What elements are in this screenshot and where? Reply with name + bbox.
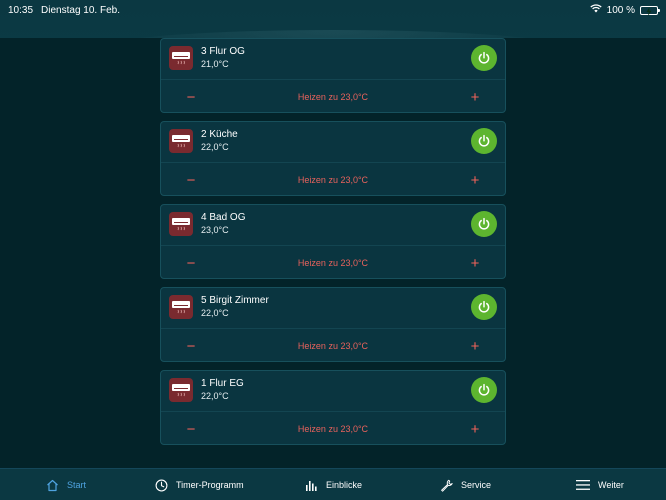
setpoint-label: Heizen zu 23,0°C [297, 175, 369, 185]
tab-label: Einblicke [326, 480, 363, 490]
device-card: 5 Birgit Zimmer 22,0°C − Heizen zu 23,0°… [160, 287, 506, 362]
tab-label: Service [461, 480, 492, 490]
tab-timer-programm[interactable]: Timer-Programm [155, 469, 244, 500]
status-time: 10:35 [8, 4, 34, 16]
increase-temperature-button[interactable]: + [464, 335, 486, 357]
device-card: 1 Flur EG 22,0°C − Heizen zu 23,0°C + [160, 370, 506, 445]
tab-einblicke[interactable]: Einblicke [305, 469, 362, 500]
device-temperature: 23,0°C [201, 225, 229, 235]
clock-icon [155, 479, 168, 491]
setpoint-row: − Heizen zu 23,0°C + [161, 412, 505, 446]
tab-bar: Start Timer-Programm Einblicke Service W… [0, 468, 666, 500]
device-card-header: 5 Birgit Zimmer 22,0°C [161, 288, 505, 329]
menu-icon [576, 480, 590, 490]
power-icon [478, 217, 490, 230]
device-card: 3 Flur OG 21,0°C − Heizen zu 23,0°C + [160, 38, 506, 113]
device-name: 5 Birgit Zimmer [201, 295, 269, 306]
power-icon [478, 134, 490, 147]
device-temperature: 21,0°C [201, 59, 229, 69]
device-name: 1 Flur EG [201, 378, 244, 389]
status-date: Dienstag 10. Feb. [41, 4, 120, 16]
radiator-icon [169, 46, 193, 70]
setpoint-row: − Heizen zu 23,0°C + [161, 80, 505, 114]
setpoint-row: − Heizen zu 23,0°C + [161, 246, 505, 280]
setpoint-row: − Heizen zu 23,0°C + [161, 329, 505, 363]
device-name: 2 Küche [201, 129, 238, 140]
device-card-header: 1 Flur EG 22,0°C [161, 371, 505, 412]
device-content: 3 Flur OG 21,0°C − Heizen zu 23,0°C + 2 … [0, 38, 666, 468]
tab-start[interactable]: Start [46, 469, 86, 500]
home-icon [47, 479, 58, 491]
radiator-icon [169, 378, 193, 402]
radiator-icon [169, 295, 193, 319]
device-card: 4 Bad OG 23,0°C − Heizen zu 23,0°C + [160, 204, 506, 279]
device-name: 4 Bad OG [201, 212, 246, 223]
radiator-icon [169, 129, 193, 153]
setpoint-label: Heizen zu 23,0°C [297, 92, 369, 102]
status-bar: 10:35 Dienstag 10. Feb. 100 % [0, 0, 666, 20]
device-name: 3 Flur OG [201, 46, 245, 57]
setpoint-label: Heizen zu 23,0°C [297, 424, 369, 434]
power-button[interactable] [471, 45, 497, 71]
device-card-header: 2 Küche 22,0°C [161, 122, 505, 163]
tab-service[interactable]: Service [440, 469, 491, 500]
wifi-icon [589, 4, 602, 16]
increase-temperature-button[interactable]: + [464, 86, 486, 108]
setpoint-label: Heizen zu 23,0°C [297, 341, 369, 351]
increase-temperature-button[interactable]: + [464, 418, 486, 440]
setpoint-row: − Heizen zu 23,0°C + [161, 163, 505, 197]
tab-label: Weiter [598, 480, 624, 490]
device-card-header: 3 Flur OG 21,0°C [161, 39, 505, 80]
device-card-header: 4 Bad OG 23,0°C [161, 205, 505, 246]
power-icon [478, 383, 490, 396]
bar-chart-icon [306, 480, 317, 491]
power-button[interactable] [471, 294, 497, 320]
power-button[interactable] [471, 128, 497, 154]
increase-temperature-button[interactable]: + [464, 169, 486, 191]
device-temperature: 22,0°C [201, 308, 229, 318]
power-icon [478, 300, 490, 313]
power-icon [478, 51, 490, 64]
app-screen: 10:35 Dienstag 10. Feb. 100 % 3 Flur OG … [0, 0, 666, 500]
device-temperature: 22,0°C [201, 142, 229, 152]
increase-temperature-button[interactable]: + [464, 252, 486, 274]
wrench-icon [441, 479, 453, 492]
device-card: 2 Küche 22,0°C − Heizen zu 23,0°C + [160, 121, 506, 196]
setpoint-label: Heizen zu 23,0°C [297, 258, 369, 268]
power-button[interactable] [471, 377, 497, 403]
battery-percent: 100 % [606, 4, 635, 16]
power-button[interactable] [471, 211, 497, 237]
tab-weiter[interactable]: Weiter [576, 469, 624, 500]
radiator-icon [169, 212, 193, 236]
tab-label: Timer-Programm [176, 480, 244, 490]
battery-charging-icon [640, 5, 660, 16]
device-temperature: 22,0°C [201, 391, 229, 401]
tab-label: Start [67, 480, 87, 490]
